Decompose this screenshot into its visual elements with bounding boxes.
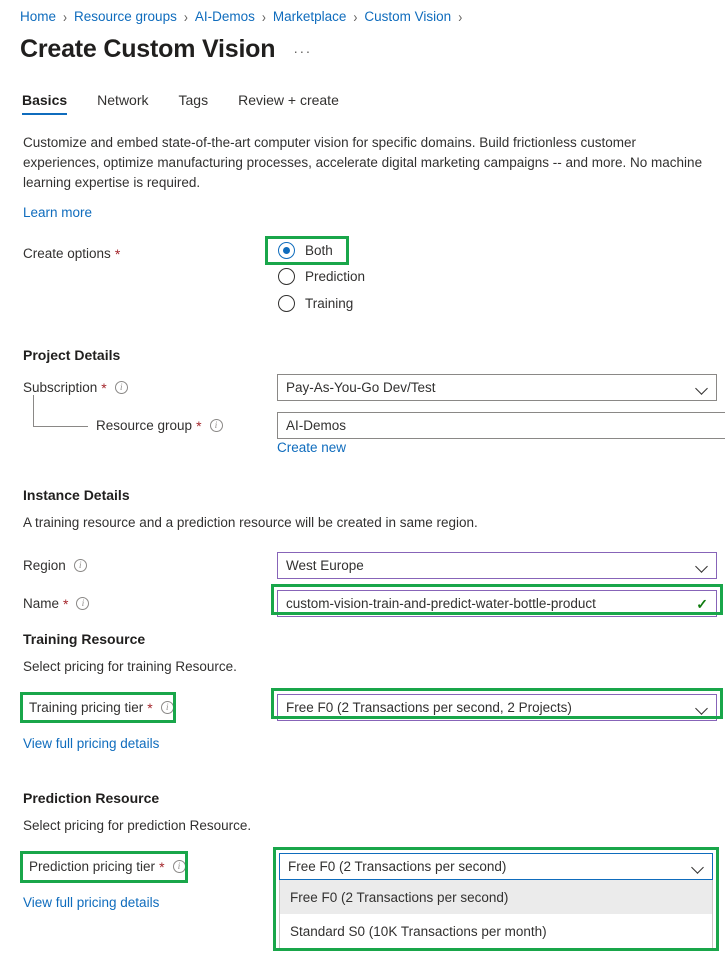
region-value: West Europe xyxy=(286,558,364,573)
page-title-row: Create Custom Vision ··· xyxy=(20,35,312,64)
training-resource-heading: Training Resource xyxy=(23,631,146,647)
resource-group-label: Resource group * i xyxy=(96,418,223,433)
region-select[interactable]: West Europe xyxy=(277,552,717,579)
breadcrumb: Home › Resource groups › AI-Demos › Mark… xyxy=(20,7,469,26)
subscription-label-text: Subscription xyxy=(23,380,98,395)
more-options-icon[interactable]: ··· xyxy=(293,43,312,59)
instance-details-heading: Instance Details xyxy=(23,487,130,503)
tab-basics[interactable]: Basics xyxy=(22,92,68,115)
info-icon[interactable]: i xyxy=(209,419,223,432)
subscription-select[interactable]: Pay-As-You-Go Dev/Test xyxy=(277,374,717,401)
create-options-label: Create options * xyxy=(23,246,120,261)
radio-both-icon[interactable] xyxy=(278,242,295,259)
info-icon[interactable]: i xyxy=(114,381,128,394)
breadcrumb-separator-icon: › xyxy=(183,7,188,26)
radio-prediction-label: Prediction xyxy=(305,269,366,284)
breadcrumb-item-marketplace[interactable]: Marketplace xyxy=(273,9,347,24)
chevron-down-icon xyxy=(696,702,708,714)
breadcrumb-item-resource-groups[interactable]: Resource groups xyxy=(74,9,177,24)
radio-option-both[interactable]: Both xyxy=(278,242,333,259)
create-new-resource-group-link[interactable]: Create new xyxy=(277,440,346,455)
page-title: Create Custom Vision xyxy=(20,35,276,63)
prediction-pricing-tier-label-text: Prediction pricing tier xyxy=(29,859,156,874)
project-details-heading: Project Details xyxy=(23,347,121,363)
radio-prediction-icon[interactable] xyxy=(278,268,295,285)
create-custom-vision-page: Home › Resource groups › AI-Demos › Mark… xyxy=(0,0,725,957)
subscription-label: Subscription * i xyxy=(23,380,128,395)
info-icon[interactable]: i xyxy=(73,559,87,572)
breadcrumb-item-custom-vision[interactable]: Custom Vision xyxy=(364,9,451,24)
required-asterisk: * xyxy=(63,595,69,612)
dropdown-option-free-f0[interactable]: Free F0 (2 Transactions per second) xyxy=(280,880,712,914)
training-pricing-tier-select[interactable]: Free F0 (2 Transactions per second, 2 Pr… xyxy=(277,694,717,721)
breadcrumb-separator-icon: › xyxy=(63,7,68,26)
breadcrumb-separator-icon: › xyxy=(353,7,358,26)
name-label: Name * i xyxy=(23,595,90,612)
prediction-pricing-tier-value: Free F0 (2 Transactions per second) xyxy=(288,859,507,874)
prediction-view-full-pricing-link[interactable]: View full pricing details xyxy=(23,895,159,910)
info-icon[interactable]: i xyxy=(172,860,186,873)
tab-network[interactable]: Network xyxy=(97,92,148,115)
subscription-value: Pay-As-You-Go Dev/Test xyxy=(286,380,436,395)
instance-details-subtext: A training resource and a prediction res… xyxy=(23,515,478,530)
training-pricing-tier-label: Training pricing tier * i xyxy=(29,700,174,715)
page-description: Customize and embed state-of-the-art com… xyxy=(23,135,703,190)
chevron-down-icon xyxy=(696,560,708,572)
prediction-resource-heading: Prediction Resource xyxy=(23,790,160,806)
tree-horizontal-line xyxy=(33,426,88,427)
chevron-down-icon xyxy=(696,382,708,394)
resource-group-select[interactable]: AI-Demos xyxy=(277,412,725,439)
radio-training-icon[interactable] xyxy=(278,295,295,312)
region-label: Region i xyxy=(23,558,87,573)
tab-tags[interactable]: Tags xyxy=(179,92,209,115)
prediction-pricing-tier-select[interactable]: Free F0 (2 Transactions per second) xyxy=(279,853,713,880)
resource-group-label-text: Resource group xyxy=(96,418,193,433)
name-input[interactable]: custom-vision-train-and-predict-water-bo… xyxy=(277,590,717,617)
training-pricing-tier-label-text: Training pricing tier xyxy=(29,700,144,715)
name-value: custom-vision-train-and-predict-water-bo… xyxy=(286,596,596,611)
breadcrumb-separator-icon: › xyxy=(261,7,266,26)
tab-review-create[interactable]: Review + create xyxy=(238,92,339,115)
info-icon[interactable]: i xyxy=(76,597,90,610)
resource-group-tree-connector xyxy=(33,395,88,427)
required-asterisk: * xyxy=(196,417,202,434)
name-label-text: Name xyxy=(23,596,60,611)
resource-group-value: AI-Demos xyxy=(286,418,347,433)
validation-check-icon: ✓ xyxy=(696,595,708,612)
breadcrumb-item-ai-demos[interactable]: AI-Demos xyxy=(195,9,255,24)
training-pricing-tier-value: Free F0 (2 Transactions per second, 2 Pr… xyxy=(286,700,572,715)
breadcrumb-item-home[interactable]: Home xyxy=(20,9,56,24)
required-asterisk: * xyxy=(114,245,121,262)
required-asterisk: * xyxy=(147,699,153,716)
tab-bar: Basics Network Tags Review + create xyxy=(22,92,369,115)
prediction-pricing-tier-label: Prediction pricing tier * i xyxy=(29,859,186,874)
dropdown-option-standard-s0[interactable]: Standard S0 (10K Transactions per month) xyxy=(280,914,712,948)
prediction-pricing-tier-dropdown-list: Free F0 (2 Transactions per second) Stan… xyxy=(279,880,713,949)
radio-training-label: Training xyxy=(305,296,354,311)
create-options-label-text: Create options xyxy=(23,246,111,261)
tree-vertical-line xyxy=(33,395,34,427)
radio-both-label: Both xyxy=(305,243,333,258)
radio-option-training[interactable]: Training xyxy=(278,295,353,312)
region-label-text: Region xyxy=(23,558,66,573)
learn-more-link[interactable]: Learn more xyxy=(23,205,92,220)
radio-option-prediction[interactable]: Prediction xyxy=(278,268,365,285)
training-view-full-pricing-link[interactable]: View full pricing details xyxy=(23,736,159,751)
training-resource-subtext: Select pricing for training Resource. xyxy=(23,659,237,674)
breadcrumb-separator-icon: › xyxy=(458,7,463,26)
required-asterisk: * xyxy=(101,379,107,396)
info-icon[interactable]: i xyxy=(160,701,174,714)
prediction-resource-subtext: Select pricing for prediction Resource. xyxy=(23,818,252,833)
required-asterisk: * xyxy=(159,858,165,875)
chevron-down-icon xyxy=(692,861,704,873)
